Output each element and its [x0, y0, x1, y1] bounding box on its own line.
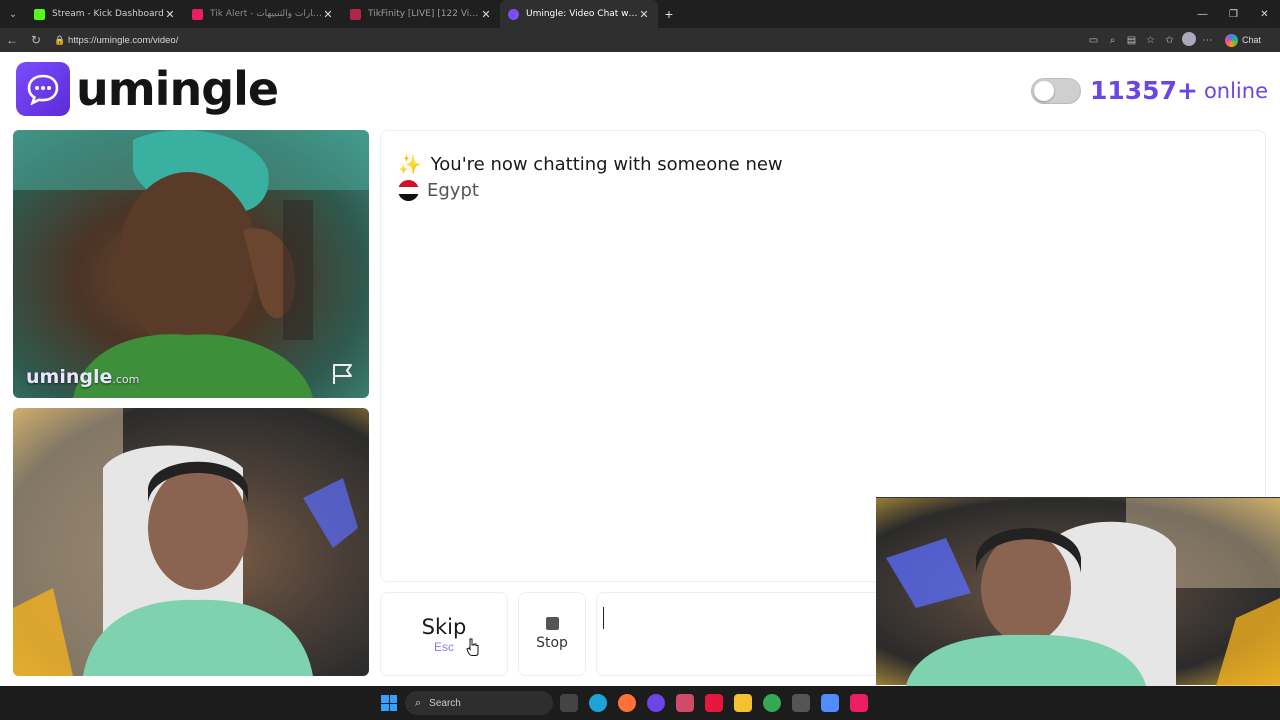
- self-video: [13, 408, 369, 676]
- pointer-hand-icon: [466, 638, 479, 656]
- egypt-flag-icon: [398, 180, 419, 201]
- url-field[interactable]: 🔒 https://umingle.com/video/: [54, 30, 1044, 50]
- tiktok-icon[interactable]: [705, 694, 723, 712]
- stop-button[interactable]: Stop: [518, 592, 586, 676]
- sparkles-icon: ✨: [398, 154, 422, 176]
- skip-button[interactable]: Skip Esc: [380, 592, 508, 676]
- windows-start-icon[interactable]: [381, 695, 397, 711]
- refresh-icon[interactable]: ↻: [24, 33, 48, 47]
- tab-title: Tik Alert - خدمة الإشعارات والتنبيهات: [210, 9, 322, 19]
- browser-tab-bar: ⌄ Stream - Kick Dashboard ✕ Tik Alert - …: [0, 0, 1280, 28]
- close-icon[interactable]: ✕: [322, 8, 334, 21]
- taskbar-search-label: Search: [429, 697, 461, 709]
- taskbar-apps: [560, 694, 868, 712]
- firefox-icon[interactable]: [618, 694, 636, 712]
- close-icon[interactable]: ✕: [638, 8, 650, 21]
- close-icon[interactable]: ✕: [164, 8, 176, 21]
- toggle-knob: [1034, 80, 1054, 101]
- online-count: 11357+: [1090, 76, 1198, 105]
- report-flag-icon[interactable]: [331, 362, 357, 386]
- address-bar-actions: ▭ ⌕ ▤ ☆ ✩ ⋯: [1084, 31, 1217, 49]
- browser-tab-tikalert[interactable]: Tik Alert - خدمة الإشعارات والتنبيهات ✕: [184, 0, 342, 28]
- skip-label: Skip: [421, 614, 467, 639]
- minimize-icon[interactable]: —: [1187, 0, 1218, 28]
- file-explorer-icon[interactable]: [734, 694, 752, 712]
- message-input[interactable]: [596, 592, 886, 676]
- site-logo[interactable]: umingle: [16, 62, 279, 116]
- url-text: https://umingle.com/video/: [68, 34, 179, 46]
- favorite-star-icon[interactable]: ☆: [1141, 35, 1160, 46]
- umingle-watermark: umingle.com: [26, 366, 139, 388]
- tab-title: Stream - Kick Dashboard: [52, 9, 164, 19]
- store-icon[interactable]: [792, 694, 810, 712]
- window-controls: — ❐ ✕: [1187, 0, 1280, 28]
- stranger-video-frame: [13, 130, 369, 398]
- stop-icon: [545, 617, 559, 630]
- zoom-icon[interactable]: ⌕: [1103, 35, 1122, 46]
- watermark-suffix: .com: [112, 373, 140, 386]
- skip-shortcut-hint: Esc: [433, 639, 454, 654]
- copilot-icon: [1225, 33, 1238, 47]
- logo-text: umingle: [76, 62, 279, 116]
- kick-icon: [34, 8, 45, 20]
- task-view-icon[interactable]: [560, 694, 578, 712]
- streamer-webcam-overlay: [876, 497, 1280, 686]
- favorites-icon[interactable]: ✩: [1160, 35, 1179, 46]
- chat-bubble-icon: [16, 62, 70, 116]
- edge-icon[interactable]: [589, 694, 607, 712]
- tikalert-icon: [192, 8, 203, 20]
- address-bar: ← ↻ 🔒 https://umingle.com/video/ ▭ ⌕ ▤ ☆…: [0, 28, 1280, 52]
- chat-status-message: ✨ You're now chatting with someone new: [398, 153, 783, 176]
- browser-tab-kick[interactable]: Stream - Kick Dashboard ✕: [26, 0, 184, 28]
- chat-status-text: You're now chatting with someone new: [430, 154, 783, 175]
- webcam-frame: [886, 498, 1280, 686]
- site-info-icon[interactable]: 🔒: [54, 35, 68, 46]
- app-icon[interactable]: [676, 694, 694, 712]
- copilot-app-icon[interactable]: [821, 694, 839, 712]
- text-caret: [603, 607, 604, 629]
- tikfinity-icon: [350, 8, 361, 20]
- theme-toggle[interactable]: [1031, 77, 1081, 104]
- close-window-icon[interactable]: ✕: [1249, 0, 1280, 28]
- app-icon-2[interactable]: [850, 694, 868, 712]
- new-tab-button[interactable]: +: [658, 6, 680, 22]
- browser-tab-umingle[interactable]: Umingle: Video Chat with Str... ✕: [500, 0, 658, 28]
- country-name: Egypt: [427, 180, 479, 201]
- tab-actions-menu-icon[interactable]: ⌄: [0, 0, 26, 28]
- os-taskbar: ⌕ Search: [0, 686, 1280, 720]
- copilot-chat-button[interactable]: Chat: [1225, 33, 1262, 47]
- back-icon[interactable]: ←: [0, 33, 24, 47]
- self-video-frame: [13, 408, 358, 676]
- close-icon[interactable]: ✕: [480, 8, 492, 21]
- chrome-icon[interactable]: [763, 694, 781, 712]
- tab-title: TikFinity [LIVE] [122 Viewers]: [368, 9, 480, 19]
- copilot-label: Chat: [1242, 35, 1262, 45]
- restore-icon[interactable]: ❐: [1218, 0, 1249, 28]
- obs-icon[interactable]: [647, 694, 665, 712]
- reader-icon[interactable]: ▤: [1122, 35, 1141, 46]
- online-indicator: 11357+ online: [1031, 76, 1268, 105]
- search-icon: ⌕: [415, 696, 422, 709]
- camera-icon[interactable]: ▭: [1084, 35, 1103, 46]
- stranger-country: Egypt: [398, 180, 479, 201]
- profile-avatar[interactable]: [1179, 31, 1198, 49]
- tab-title: Umingle: Video Chat with Str...: [526, 9, 638, 19]
- stop-label: Stop: [536, 635, 568, 651]
- online-label: online: [1203, 78, 1268, 103]
- browser-tab-tikfinity[interactable]: TikFinity [LIVE] [122 Viewers] ✕: [342, 0, 500, 28]
- umingle-icon: [508, 8, 519, 20]
- taskbar-search[interactable]: ⌕ Search: [405, 691, 553, 715]
- more-icon[interactable]: ⋯: [1198, 35, 1217, 46]
- watermark-text: umingle: [26, 366, 113, 388]
- stranger-video: umingle.com: [13, 130, 369, 398]
